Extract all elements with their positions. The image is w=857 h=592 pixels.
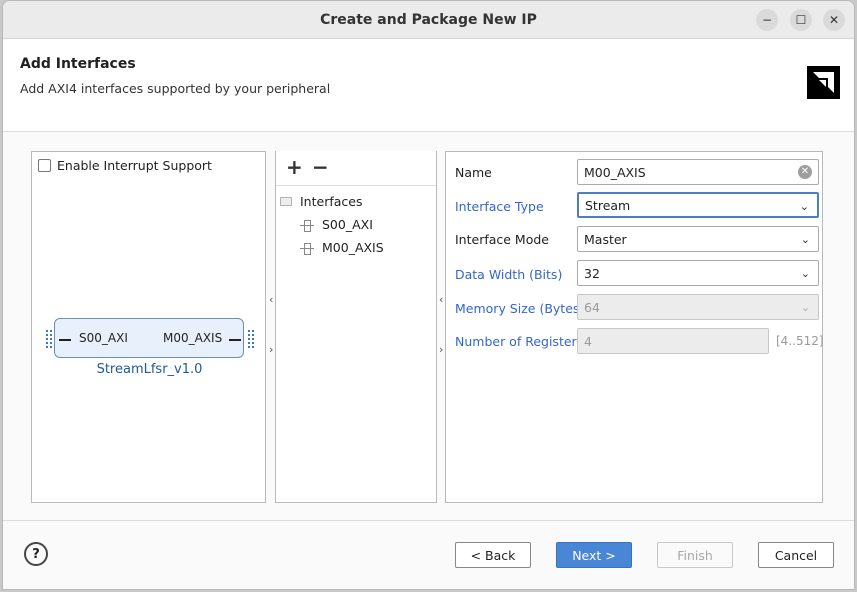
interrupt-support-checkbox-row[interactable]: Enable Interrupt Support	[38, 158, 212, 173]
folder-icon	[280, 197, 292, 206]
page-title: Add Interfaces	[20, 56, 136, 72]
tree-item-m00-axis[interactable]: M00_AXIS	[300, 240, 384, 255]
s00-axi-port-label: S00_AXI	[79, 331, 128, 345]
tree-item-label: M00_AXIS	[322, 240, 384, 255]
interface-mode-value: Master	[584, 231, 627, 247]
interface-icon	[300, 219, 314, 232]
name-label: Name	[455, 165, 492, 180]
clear-icon[interactable]: ✕	[798, 165, 812, 179]
memory-size-select: 64 ⌄	[577, 294, 819, 320]
interface-type-label[interactable]: Interface Type	[455, 199, 544, 214]
window-title: Create and Package New IP	[320, 11, 537, 28]
m00-axis-port-label: M00_AXIS	[163, 331, 223, 345]
page-subtitle: Add AXI4 interfaces supported by your pe…	[20, 81, 331, 96]
next-button[interactable]: Next >	[556, 542, 632, 568]
num-registers-value: 4	[584, 333, 592, 349]
amd-logo-icon	[807, 66, 840, 99]
remove-interface-button[interactable]: −	[312, 157, 329, 177]
help-button[interactable]: ?	[24, 542, 48, 566]
interface-properties-panel: Name M00_AXIS ✕ Interface Type Stream ⌄ …	[445, 151, 824, 503]
ip-block-name: StreamLfsr_v1.0	[96, 362, 203, 377]
tree-item-label: S00_AXI	[322, 217, 373, 232]
right-port-line	[229, 339, 241, 341]
chevron-down-icon: ⌄	[800, 233, 810, 246]
title-bar: Create and Package New IP − ☐ ✕	[3, 1, 854, 39]
maximize-button[interactable]: ☐	[790, 9, 812, 31]
name-input-value: M00_AXIS	[584, 164, 646, 180]
ip-wizard-window: Create and Package New IP − ☐ ✕ Add Inte…	[2, 0, 855, 590]
collapse-left-arrow-icon[interactable]: ‹	[269, 293, 273, 306]
collapse-middle-arrow-icon[interactable]: ‹	[439, 293, 443, 306]
finish-button: Finish	[657, 542, 733, 568]
close-button[interactable]: ✕	[823, 9, 845, 31]
chevron-down-icon: ⌄	[799, 200, 809, 213]
data-width-label[interactable]: Data Width (Bits)	[455, 267, 562, 282]
num-registers-range: [4..512]	[776, 334, 824, 348]
left-port-line	[59, 339, 71, 341]
data-width-select[interactable]: 32 ⌄	[577, 260, 819, 286]
page-header: Add Interfaces Add AXI4 interfaces suppo…	[3, 40, 854, 132]
memory-size-label[interactable]: Memory Size (Bytes)	[455, 301, 584, 316]
expand-middle-arrow-icon[interactable]: ›	[439, 343, 443, 356]
cancel-button[interactable]: Cancel	[758, 542, 834, 568]
maximize-icon: ☐	[795, 13, 807, 27]
interrupt-support-checkbox[interactable]	[38, 159, 51, 172]
chevron-down-icon: ⌄	[800, 267, 810, 280]
ip-symbol-panel: Enable Interrupt Support S00_AXI M00_AXI…	[31, 151, 266, 503]
interface-type-value: Stream	[585, 197, 631, 213]
tree-root-label: Interfaces	[300, 194, 363, 209]
right-port-connector-icon	[248, 330, 254, 348]
left-port-connector-icon	[46, 330, 52, 348]
ip-block[interactable]: S00_AXI M00_AXIS	[54, 318, 244, 358]
data-width-value: 32	[584, 265, 600, 281]
chevron-down-icon: ⌄	[800, 301, 810, 314]
interrupt-support-label: Enable Interrupt Support	[57, 158, 212, 173]
add-interface-button[interactable]: +	[286, 157, 303, 177]
minimize-icon: −	[761, 13, 773, 27]
interface-icon	[300, 242, 314, 255]
expand-left-arrow-icon[interactable]: ›	[269, 343, 273, 356]
tree-root-interfaces[interactable]: Interfaces	[280, 194, 362, 209]
interface-type-select[interactable]: Stream ⌄	[577, 192, 819, 218]
interfaces-tree-panel: + − Interfaces S00_AXI M00_AXIS	[275, 151, 437, 503]
tree-toolbar-divider	[276, 185, 436, 186]
footer-divider	[3, 520, 854, 521]
memory-size-value: 64	[584, 299, 600, 315]
minimize-button[interactable]: −	[756, 9, 778, 31]
num-registers-label[interactable]: Number of Registers	[455, 334, 583, 349]
tree-item-s00-axi[interactable]: S00_AXI	[300, 217, 373, 232]
name-input[interactable]: M00_AXIS ✕	[577, 159, 819, 185]
num-registers-input: 4	[577, 328, 769, 354]
back-button[interactable]: < Back	[455, 542, 531, 568]
interface-mode-select[interactable]: Master ⌄	[577, 226, 819, 252]
interface-mode-label: Interface Mode	[455, 232, 549, 247]
close-icon: ✕	[828, 13, 840, 27]
